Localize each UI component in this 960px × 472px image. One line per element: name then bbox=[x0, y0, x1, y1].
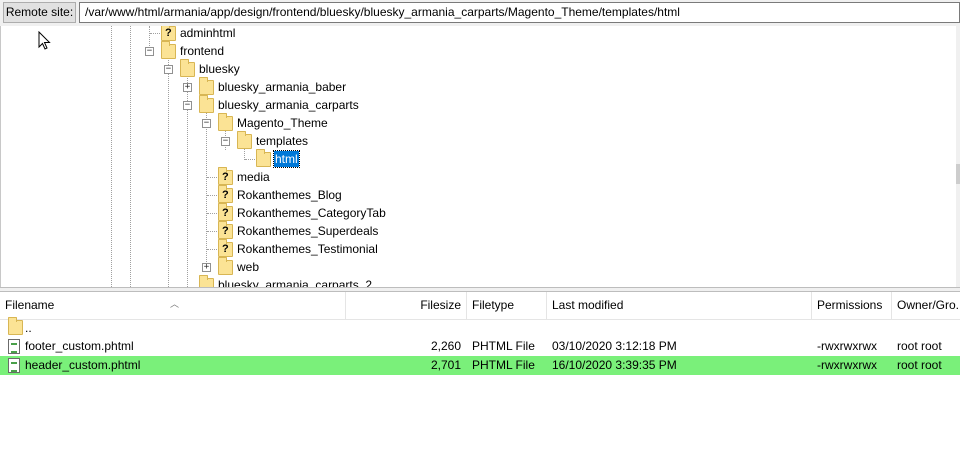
tree-node-html[interactable]: html bbox=[1, 149, 401, 168]
tree-node-media[interactable]: ? media bbox=[1, 167, 401, 186]
file-owner-group: root root bbox=[897, 339, 942, 353]
file-row-parent-directory[interactable]: .. bbox=[0, 317, 960, 336]
folder-icon bbox=[199, 77, 214, 95]
tree-node-bluesky[interactable]: − bluesky bbox=[1, 59, 401, 78]
unknown-folder-icon: ? bbox=[218, 185, 233, 203]
collapse-icon[interactable]: − bbox=[183, 101, 192, 110]
tree-node-templates[interactable]: − templates bbox=[1, 131, 401, 150]
tree-node-label: html bbox=[273, 150, 300, 168]
tree-connector bbox=[207, 177, 217, 178]
folder-icon bbox=[218, 257, 233, 275]
tree-connector bbox=[207, 213, 217, 214]
file-name: .. bbox=[25, 321, 32, 335]
tree-node-bluesky-armania-carparts[interactable]: − bluesky_armania_carparts bbox=[1, 95, 401, 114]
folder-icon bbox=[237, 131, 252, 149]
file-row-selected[interactable]: header_custom.phtml 2,701 PHTML File 16/… bbox=[0, 356, 960, 375]
folder-icon bbox=[199, 275, 214, 287]
tree-connector bbox=[207, 249, 217, 250]
unknown-folder-icon: ? bbox=[218, 239, 233, 257]
collapse-icon[interactable]: − bbox=[145, 47, 154, 56]
unknown-folder-icon: ? bbox=[161, 26, 176, 41]
tree-node-label: web bbox=[237, 260, 260, 274]
tree-connector bbox=[207, 231, 217, 232]
file-row[interactable]: footer_custom.phtml 2,260 PHTML File 03/… bbox=[0, 337, 960, 356]
tree-node-bluesky-armania-carparts-2[interactable]: bluesky_armania_carparts_2 bbox=[1, 275, 401, 287]
remote-site-label: Remote site: bbox=[3, 2, 76, 23]
tree-node-bluesky-armania-baber[interactable]: + bluesky_armania_baber bbox=[1, 77, 401, 96]
remote-file-list[interactable]: ︿ Filename Filesize Filetype Last modifi… bbox=[0, 292, 960, 472]
remote-path-input[interactable]: /var/www/html/armania/app/design/fronten… bbox=[79, 2, 960, 23]
tree-node-label: Rokanthemes_Testimonial bbox=[237, 242, 378, 256]
file-last-modified: 03/10/2020 3:12:18 PM bbox=[552, 339, 677, 353]
column-header-filesize[interactable]: Filesize bbox=[346, 292, 467, 319]
file-type: PHTML File bbox=[472, 358, 535, 372]
folder-icon bbox=[8, 317, 23, 335]
tree-node-label: Rokanthemes_Blog bbox=[237, 188, 342, 202]
expand-icon[interactable]: + bbox=[202, 263, 211, 272]
folder-icon bbox=[199, 95, 214, 113]
file-type: PHTML File bbox=[472, 339, 535, 353]
expand-icon[interactable]: + bbox=[183, 83, 192, 92]
sort-ascending-icon: ︿ bbox=[170, 299, 180, 309]
phtml-file-icon bbox=[8, 339, 20, 354]
tree-node-label: frontend bbox=[180, 44, 225, 58]
column-header-last-modified[interactable]: Last modified bbox=[547, 292, 812, 319]
file-name: footer_custom.phtml bbox=[25, 339, 134, 353]
file-list-header: ︿ Filename Filesize Filetype Last modifi… bbox=[0, 292, 960, 320]
unknown-folder-icon: ? bbox=[218, 221, 233, 239]
column-header-owner-group[interactable]: Owner/Gro... bbox=[892, 292, 960, 319]
folder-icon bbox=[218, 113, 233, 131]
tree-node-label: Rokanthemes_CategoryTab bbox=[237, 206, 386, 220]
tree-node-label: Rokanthemes_Superdeals bbox=[237, 224, 379, 238]
tree-node-label: bluesky_armania_carparts bbox=[218, 98, 359, 112]
tree-node-label: bluesky_armania_baber bbox=[218, 80, 347, 94]
file-name: header_custom.phtml bbox=[25, 358, 141, 372]
file-permissions: -rwxrwxrwx bbox=[817, 339, 877, 353]
tree-connector bbox=[245, 159, 255, 160]
mouse-cursor-icon bbox=[38, 31, 51, 50]
column-header-filename[interactable]: ︿ Filename bbox=[0, 292, 346, 319]
tree-node-adminhtml[interactable]: ? adminhtml bbox=[1, 26, 401, 42]
tree-node-label: templates bbox=[256, 134, 309, 148]
tree-scrollbar-thumb[interactable] bbox=[956, 164, 960, 184]
phtml-file-icon bbox=[8, 358, 20, 373]
column-header-filetype[interactable]: Filetype bbox=[467, 292, 547, 319]
folder-icon bbox=[256, 149, 271, 167]
file-last-modified: 16/10/2020 3:39:35 PM bbox=[552, 358, 677, 372]
collapse-icon[interactable]: − bbox=[164, 65, 173, 74]
column-header-permissions[interactable]: Permissions bbox=[812, 292, 892, 319]
unknown-folder-icon: ? bbox=[218, 167, 233, 185]
tree-node-rokanthemes-categorytab[interactable]: ? Rokanthemes_CategoryTab bbox=[1, 203, 401, 222]
tree-connector bbox=[150, 33, 160, 34]
tree-node-label: bluesky bbox=[199, 62, 240, 76]
tree-node-rokanthemes-superdeals[interactable]: ? Rokanthemes_Superdeals bbox=[1, 221, 401, 240]
remote-directory-tree[interactable]: ? adminhtml − frontend − bluesky + blues… bbox=[0, 26, 960, 287]
collapse-icon[interactable]: − bbox=[202, 119, 211, 128]
tree-node-label: adminhtml bbox=[180, 26, 236, 40]
collapse-icon[interactable]: − bbox=[221, 137, 230, 146]
file-owner-group: root root bbox=[897, 358, 942, 372]
tree-scrollbar[interactable] bbox=[956, 26, 960, 287]
column-header-label: Filename bbox=[5, 298, 55, 312]
unknown-folder-icon: ? bbox=[218, 203, 233, 221]
file-permissions: -rwxrwxrwx bbox=[817, 358, 877, 372]
folder-icon bbox=[161, 41, 176, 59]
remote-site-bar: Remote site: /var/www/html/armania/app/d… bbox=[0, 0, 960, 26]
file-size: 2,260 bbox=[430, 339, 461, 353]
tree-node-label: media bbox=[237, 170, 270, 184]
tree-node-label: bluesky_armania_carparts_2 bbox=[218, 278, 373, 287]
tree-node-frontend[interactable]: − frontend bbox=[1, 41, 401, 60]
folder-icon bbox=[180, 59, 195, 77]
tree-connector bbox=[207, 195, 217, 196]
tree-node-rokanthemes-testimonial[interactable]: ? Rokanthemes_Testimonial bbox=[1, 239, 401, 258]
tree-node-magento-theme[interactable]: − Magento_Theme bbox=[1, 113, 401, 132]
tree-node-rokanthemes-blog[interactable]: ? Rokanthemes_Blog bbox=[1, 185, 401, 204]
file-size: 2,701 bbox=[430, 358, 461, 372]
tree-node-label: Magento_Theme bbox=[237, 116, 328, 130]
tree-node-web[interactable]: + web bbox=[1, 257, 401, 276]
